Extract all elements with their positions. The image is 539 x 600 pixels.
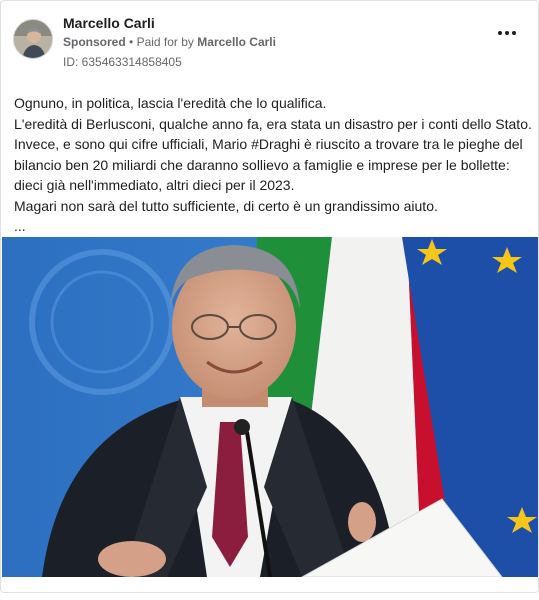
more-options-button[interactable] bbox=[496, 27, 518, 39]
author-avatar[interactable] bbox=[13, 19, 53, 59]
post-text-line: L'eredità di Berlusconi, qualche anno fa… bbox=[14, 115, 532, 132]
ad-id: ID: 635463314858405 bbox=[63, 55, 182, 69]
post-body-text: Ognuno, in politica, lascia l'eredità ch… bbox=[14, 93, 534, 237]
post-footer bbox=[1, 577, 538, 592]
sponsored-label: Sponsored bbox=[63, 35, 126, 49]
author-name[interactable]: Marcello Carli bbox=[63, 15, 155, 31]
sponsored-post-card: Marcello Carli Sponsored • Paid for by M… bbox=[0, 0, 539, 593]
meta-separator: • bbox=[129, 35, 134, 49]
paid-for-name[interactable]: Marcello Carli bbox=[197, 35, 276, 49]
sponsored-meta: Sponsored • Paid for by Marcello Carli bbox=[63, 35, 276, 49]
post-text-line: Magari non sarà del tutto sufficiente, d… bbox=[14, 197, 438, 214]
more-horizontal-icon bbox=[498, 31, 516, 35]
post-photo bbox=[2, 237, 538, 577]
post-text-line: dieci già nell'immediato, altri dieci pe… bbox=[14, 177, 295, 193]
see-more-ellipsis[interactable]: ... bbox=[14, 216, 534, 237]
paid-for-prefix: Paid for by bbox=[136, 35, 194, 49]
author-photo bbox=[14, 20, 52, 58]
post-text-line: Invece, e sono qui cifre ufficiali, Mari… bbox=[14, 136, 523, 152]
post-text-line: Ognuno, in politica, lascia l'eredità ch… bbox=[14, 95, 327, 111]
post-text-line: bilancio ben 20 miliardi che daranno sol… bbox=[14, 156, 510, 173]
post-image[interactable] bbox=[2, 237, 538, 577]
